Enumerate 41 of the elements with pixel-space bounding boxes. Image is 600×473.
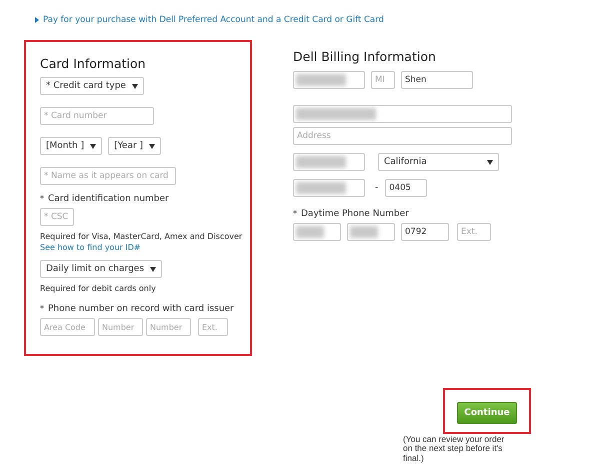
section-title: Dell Billing Information	[293, 49, 436, 64]
state-dropdown[interactable]: California	[378, 153, 499, 171]
caret-icon	[90, 144, 96, 148]
daily-limit-dropdown[interactable]: Daily limit on charges	[40, 260, 162, 278]
separator-text: -	[375, 183, 378, 193]
phone-field[interactable]: Ext.	[198, 318, 228, 336]
purchase-link[interactable]: Pay for your purchase with Dell Preferred Account and a Credit Card or Gift Card	[43, 15, 384, 25]
csc-field[interactable]: * CSC	[40, 208, 74, 226]
cardholder-name-field[interactable]: * Name as it appears on card	[40, 167, 176, 185]
field-label: * Phone number on record with card issuer	[40, 304, 234, 314]
card-number-field[interactable]: * Card number	[40, 107, 154, 125]
phone-field[interactable]: Ext.	[457, 223, 491, 241]
input-field[interactable]: MI	[371, 71, 395, 89]
card-type-dropdown[interactable]: * Credit card type	[40, 77, 144, 95]
input-field[interactable]: Shen	[401, 71, 473, 89]
input-field[interactable]	[293, 71, 365, 89]
zip-extension-field[interactable]: 0405	[385, 179, 428, 197]
address-field[interactable]: Address	[293, 127, 512, 145]
year-dropdown[interactable]: [Year ]	[108, 137, 162, 155]
phone-field[interactable]: Number	[146, 318, 191, 336]
triangle-icon	[35, 17, 39, 23]
section-title: Card Information	[40, 56, 146, 71]
field-label: * Daytime Phone Number	[293, 209, 409, 219]
month-dropdown[interactable]: [Month ]	[40, 137, 102, 155]
phone-field[interactable]: Area Code	[40, 318, 95, 336]
phone-field[interactable]: 0792	[401, 223, 449, 241]
address-field[interactable]	[293, 105, 512, 123]
caret-icon	[149, 144, 156, 148]
caret-icon	[132, 84, 138, 88]
phone-field[interactable]	[293, 223, 341, 241]
caret-icon	[150, 266, 156, 272]
zip-field[interactable]	[293, 179, 365, 197]
help-link[interactable]: See how to find your ID#	[40, 243, 141, 252]
field-label: * Card identification number	[40, 194, 169, 204]
caret-icon	[487, 160, 493, 164]
city-field[interactable]	[293, 153, 365, 171]
help-text: Required for Visa, MasterCard, Amex and Discover	[40, 232, 242, 241]
help-text: Required for debit cards only	[40, 284, 156, 293]
review-note: (You can review your order on the next step before it's final.)	[403, 435, 506, 464]
phone-field[interactable]	[347, 223, 395, 241]
phone-field[interactable]: Number	[98, 318, 143, 336]
